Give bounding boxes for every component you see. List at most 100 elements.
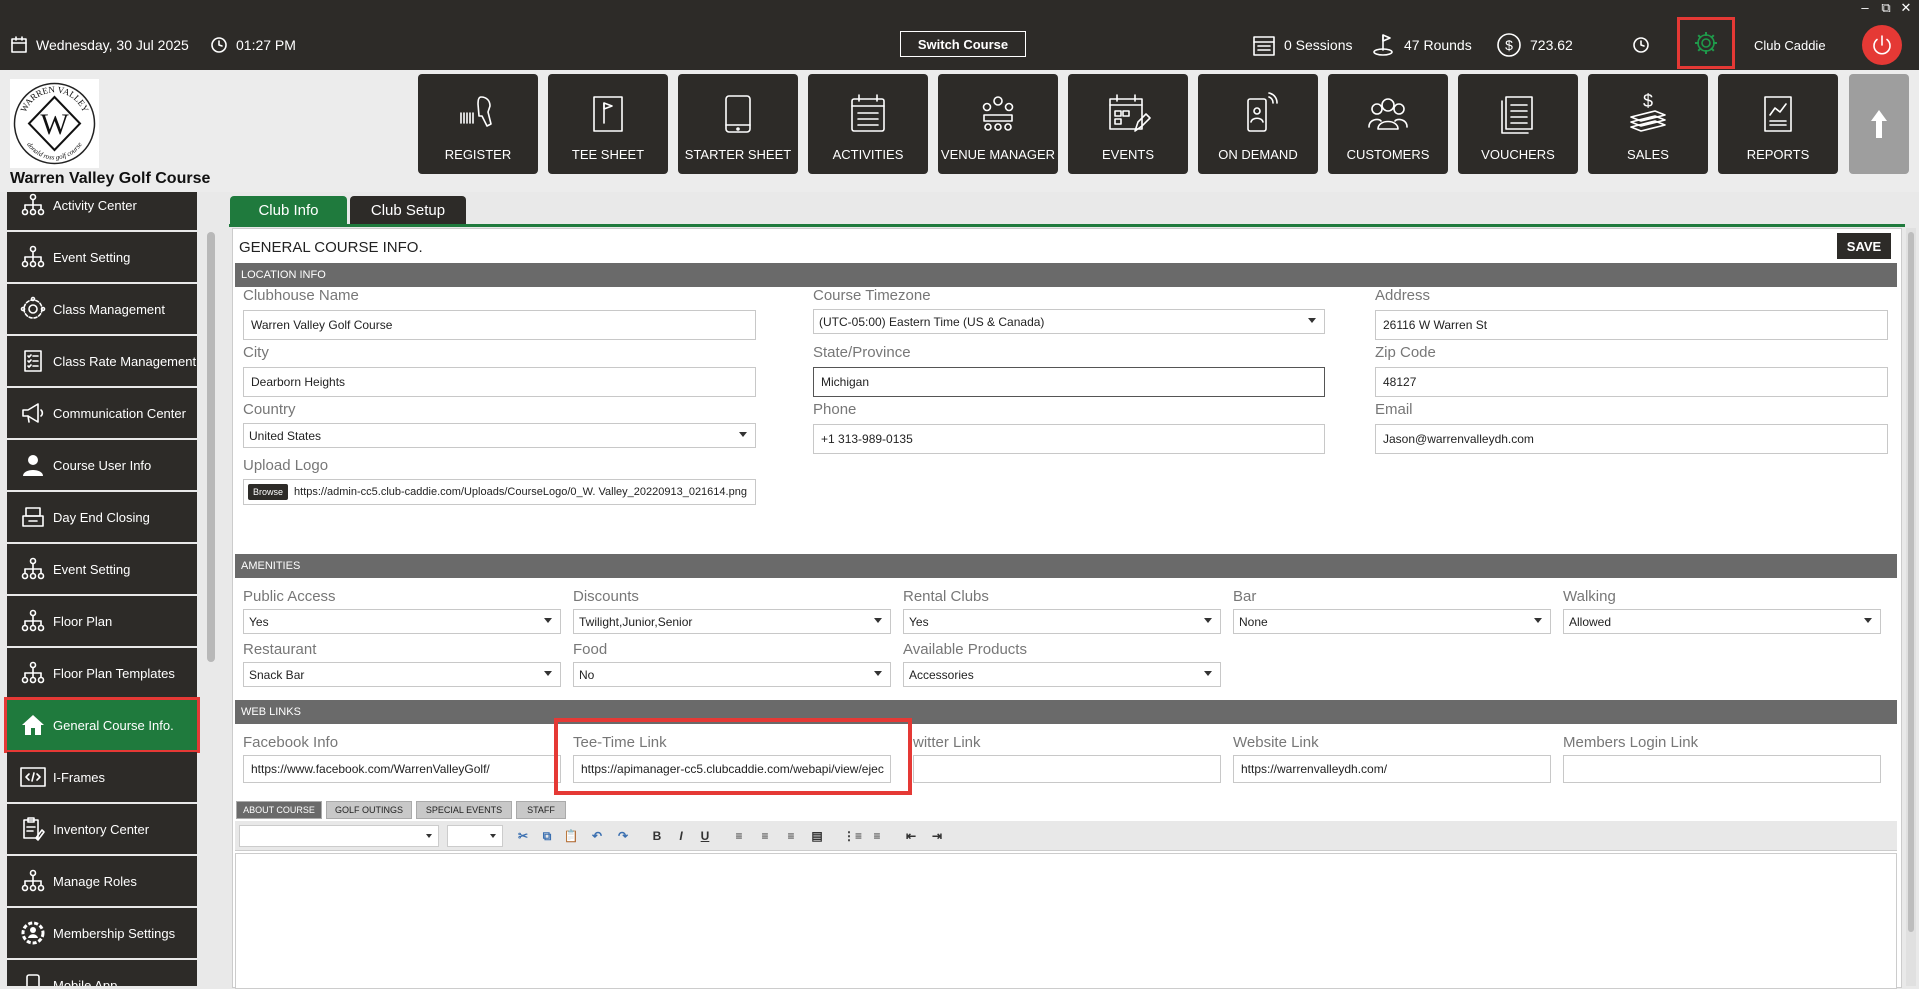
- nav-vouchers[interactable]: VOUCHERS: [1458, 74, 1578, 174]
- sidebar-item-floor-plan[interactable]: Floor Plan: [7, 596, 197, 646]
- browse-button[interactable]: Browse: [248, 484, 289, 500]
- font-family-select[interactable]: [239, 825, 439, 847]
- upload-logo-field[interactable]: Browse https://admin-cc5.club-caddie.com/…: [243, 479, 756, 505]
- discounts-select[interactable]: Twilight,Junior,Senior: [573, 609, 891, 634]
- sidebar-item-label: Activity Center: [53, 197, 137, 213]
- sidebar-item-event-setting-2[interactable]: Event Setting: [7, 544, 197, 594]
- align-right-icon[interactable]: ≡: [783, 828, 799, 844]
- amount-display[interactable]: $ 723.62: [1496, 28, 1573, 62]
- nav-sales[interactable]: $ SALES: [1588, 74, 1708, 174]
- sidebar-item-floor-plan-templates[interactable]: Floor Plan Templates: [7, 648, 197, 698]
- sidebar-item-day-end-closing[interactable]: Day End Closing: [7, 492, 197, 542]
- sidebar-item-course-user-info[interactable]: Course User Info: [7, 440, 197, 490]
- nav-venue-manager[interactable]: VENUE MANAGER: [938, 74, 1058, 174]
- tab-staff[interactable]: STAFF: [516, 801, 566, 819]
- user-name[interactable]: Club Caddie: [1754, 28, 1826, 62]
- settings-button[interactable]: [1677, 17, 1735, 69]
- tab-club-setup[interactable]: Club Setup: [350, 196, 466, 224]
- sidebar-item-general-course-info[interactable]: General Course Info.: [4, 697, 200, 753]
- tab-golf-outings[interactable]: GOLF OUTINGS: [326, 801, 412, 819]
- products-select[interactable]: Accessories: [903, 662, 1221, 687]
- nav-tee-sheet[interactable]: TEE SHEET: [548, 74, 668, 174]
- sidebar-item-i-frames[interactable]: I-Frames: [7, 752, 197, 802]
- country-select[interactable]: United States: [243, 423, 756, 448]
- restore-button[interactable]: ⧉: [1876, 0, 1896, 16]
- outdent-icon[interactable]: ⇤: [903, 828, 919, 844]
- close-window-button[interactable]: ✕: [1896, 0, 1916, 16]
- phone-input[interactable]: +1 313-989-0135: [813, 424, 1325, 454]
- underline-icon[interactable]: U: [697, 828, 713, 844]
- rental-clubs-select[interactable]: Yes: [903, 609, 1221, 634]
- time-display: 01:27 PM: [210, 28, 296, 62]
- city-input[interactable]: Dearborn Heights: [243, 367, 756, 397]
- clubhouse-name-input[interactable]: Warren Valley Golf Course: [243, 310, 756, 340]
- align-center-icon[interactable]: ≡: [757, 828, 773, 844]
- sidebar-scrollbar[interactable]: [207, 232, 215, 662]
- switch-course-button[interactable]: Switch Course: [900, 31, 1026, 57]
- rounds-display[interactable]: 47 Rounds: [1370, 28, 1472, 62]
- minimize-button[interactable]: –: [1855, 0, 1875, 15]
- italic-icon[interactable]: I: [673, 828, 689, 844]
- chevron-down-icon: [1534, 618, 1542, 623]
- undo-icon[interactable]: ↶: [589, 828, 605, 844]
- sidebar-item-mobile-app[interactable]: Mobile App: [7, 960, 197, 986]
- font-size-select[interactable]: [447, 825, 503, 847]
- address-input[interactable]: 26116 W Warren St: [1375, 310, 1888, 340]
- sidebar-item-class-management[interactable]: Class Management: [7, 284, 197, 334]
- walking-select[interactable]: Allowed: [1563, 609, 1881, 634]
- sidebar-item-manage-roles[interactable]: Manage Roles: [7, 856, 197, 906]
- restaurant-select[interactable]: Snack Bar: [243, 662, 561, 687]
- history-button[interactable]: [1631, 28, 1651, 62]
- rental-clubs-label: Rental Clubs: [903, 588, 989, 605]
- indent-icon[interactable]: ⇥: [929, 828, 945, 844]
- voucher-icon: [1501, 96, 1533, 134]
- about-course-editor[interactable]: [235, 853, 1897, 989]
- main-scrollbar[interactable]: [1906, 228, 1916, 986]
- nav-reports[interactable]: REPORTS: [1718, 74, 1838, 174]
- nav-on-demand[interactable]: ON DEMAND: [1198, 74, 1318, 174]
- members-login-input[interactable]: [1563, 755, 1881, 783]
- numbered-list-icon[interactable]: ≡: [869, 828, 885, 844]
- twitter-input[interactable]: [913, 755, 1221, 783]
- tab-about-course[interactable]: ABOUT COURSE: [236, 801, 322, 819]
- sidebar-item-class-rate-management[interactable]: Class Rate Management: [7, 336, 197, 386]
- nav-register[interactable]: REGISTER: [418, 74, 538, 174]
- nav-events[interactable]: EVENTS: [1068, 74, 1188, 174]
- city-label: City: [243, 344, 269, 361]
- state-input[interactable]: Michigan: [813, 367, 1325, 397]
- main-scroll-thumb[interactable]: [1908, 232, 1914, 932]
- sidebar-item-event-setting[interactable]: Event Setting: [7, 232, 197, 282]
- sidebar-item-activity-center[interactable]: Activity Center: [7, 192, 197, 230]
- nav-activities[interactable]: ACTIVITIES: [808, 74, 928, 174]
- nav-starter-sheet[interactable]: STARTER SHEET: [678, 74, 798, 174]
- sidebar-item-label: Floor Plan Templates: [53, 665, 175, 681]
- website-input[interactable]: https://warrenvalleydh.com/: [1233, 755, 1551, 783]
- facebook-input[interactable]: https://www.facebook.com/WarrenValleyGol…: [243, 755, 561, 783]
- nav-customers[interactable]: CUSTOMERS: [1328, 74, 1448, 174]
- sidebar-item-communication-center[interactable]: Communication Center: [7, 388, 197, 438]
- align-left-icon[interactable]: ≡: [731, 828, 747, 844]
- sidebar-item-membership-settings[interactable]: Membership Settings: [7, 908, 197, 958]
- bold-icon[interactable]: B: [649, 828, 665, 844]
- bullet-list-icon[interactable]: ⋮≡: [843, 828, 862, 844]
- public-access-select[interactable]: Yes: [243, 609, 561, 634]
- email-input[interactable]: Jason@warrenvalleydh.com: [1375, 424, 1888, 454]
- email-label: Email: [1375, 401, 1413, 418]
- timezone-select[interactable]: (UTC-05:00) Eastern Time (US & Canada): [813, 309, 1325, 334]
- sidebar-item-inventory-center[interactable]: Inventory Center: [7, 804, 197, 854]
- food-select[interactable]: No: [573, 662, 891, 687]
- copy-icon[interactable]: ⧉: [539, 828, 555, 844]
- scroll-up-button[interactable]: [1849, 74, 1909, 174]
- bar-select[interactable]: None: [1233, 609, 1551, 634]
- redo-icon[interactable]: ↷: [615, 828, 631, 844]
- paste-icon[interactable]: 📋: [563, 828, 579, 844]
- tab-special-events[interactable]: SPECIAL EVENTS: [416, 801, 512, 819]
- logout-button[interactable]: [1862, 25, 1902, 65]
- cut-icon[interactable]: ✂: [515, 828, 531, 844]
- justify-icon[interactable]: ▤: [809, 828, 825, 844]
- tab-club-info[interactable]: Club Info: [230, 196, 347, 224]
- sidebar-item-label: Manage Roles: [53, 873, 137, 889]
- save-button[interactable]: SAVE: [1837, 233, 1891, 259]
- sessions-display[interactable]: 0 Sessions: [1252, 28, 1352, 62]
- zip-input[interactable]: 48127: [1375, 367, 1888, 397]
